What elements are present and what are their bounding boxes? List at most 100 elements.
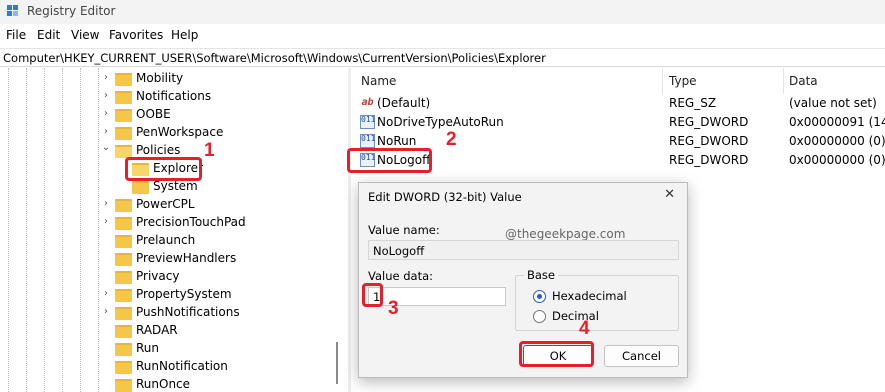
tree-item-label: RADAR (136, 323, 178, 337)
value-type: REG_DWORD (669, 153, 749, 167)
chevron-right-icon[interactable]: › (101, 126, 111, 137)
folder-icon (115, 325, 132, 338)
chevron-right-icon[interactable]: › (101, 72, 111, 83)
tree-item-notifications[interactable]: › Notifications (0, 88, 340, 106)
folder-icon (115, 109, 132, 122)
value-name-field[interactable]: NoLogoff (368, 240, 679, 260)
cancel-button[interactable]: Cancel (604, 345, 679, 367)
decimal-radio[interactable] (533, 310, 546, 323)
column-divider[interactable] (662, 68, 663, 94)
value-name: NoRun (377, 134, 417, 148)
folder-icon (115, 343, 132, 356)
tree-item-label: Run (136, 341, 160, 355)
tree-item-label: Privacy (136, 269, 180, 283)
tree-item-powercpl[interactable]: › PowerCPL (0, 196, 340, 214)
column-header-type[interactable]: Type (669, 74, 697, 88)
column-header-name[interactable]: Name (361, 74, 396, 88)
dword-value-icon: 011 (360, 115, 375, 129)
value-row-norun[interactable]: 011 NoRun REG_DWORD 0x00000000 (0) (351, 132, 885, 151)
menu-file[interactable]: File (6, 28, 26, 42)
folder-icon (115, 73, 132, 86)
value-data-label: Value data: (368, 269, 434, 283)
folder-icon (115, 289, 132, 302)
decimal-label[interactable]: Decimal (552, 309, 599, 323)
value-name-label: Value name: (368, 223, 440, 237)
tree-item-precisiontouchpad[interactable]: › PrecisionTouchPad (0, 214, 340, 232)
tree-item-label: RunNotification (136, 359, 228, 373)
tree-item-label: PenWorkspace (136, 125, 224, 139)
value-data: 0x00000091 (145) (789, 115, 885, 129)
tree-item-runnotification[interactable]: RunNotification (0, 358, 340, 376)
tree-item-runonce[interactable]: RunOnce (0, 376, 340, 392)
folder-icon (115, 217, 132, 230)
tree-item-label: OOBE (136, 107, 171, 121)
address-path[interactable]: Computer\HKEY_CURRENT_USER\Software\Micr… (3, 51, 546, 65)
folder-icon (115, 199, 132, 212)
menu-help[interactable]: Help (171, 28, 198, 42)
tree-item-label: PowerCPL (136, 197, 195, 211)
window-title: Registry Editor (27, 4, 116, 18)
step-highlight (519, 341, 594, 367)
title-bar: Registry Editor (0, 0, 885, 24)
chevron-right-icon[interactable]: › (101, 288, 111, 299)
folder-icon (115, 253, 132, 266)
dialog-title: Edit DWORD (32-bit) Value (368, 190, 522, 204)
value-name: (Default) (377, 96, 431, 110)
chevron-down-icon[interactable]: ⌄ (101, 142, 111, 153)
tree-item-mobility[interactable]: › Mobility (0, 70, 340, 88)
chevron-right-icon[interactable]: › (101, 108, 111, 119)
chevron-right-icon[interactable]: › (101, 90, 111, 101)
registry-editor-icon (7, 5, 19, 18)
tree-item-previewhandlers[interactable]: PreviewHandlers (0, 250, 340, 268)
step-badge: 2 (446, 129, 457, 150)
tree-item-label: PropertySystem (136, 287, 232, 301)
menu-edit[interactable]: Edit (37, 28, 60, 42)
tree-item-label: PrecisionTouchPad (136, 215, 246, 229)
hexadecimal-label[interactable]: Hexadecimal (552, 289, 627, 303)
tree-item-label: Policies (136, 143, 181, 157)
value-data: (value not set) (789, 96, 877, 110)
tree-item-penworkspace[interactable]: › PenWorkspace (0, 124, 340, 142)
column-header-data[interactable]: Data (789, 74, 818, 88)
menu-bar: File Edit View Favorites Help (0, 24, 885, 46)
step-badge: 3 (388, 298, 399, 319)
chevron-right-icon[interactable]: › (101, 216, 111, 227)
folder-icon (115, 271, 132, 284)
tree-item-propertysystem[interactable]: › PropertySystem (0, 286, 340, 304)
dword-value-icon: 011 (360, 134, 375, 148)
tree-item-label: PushNotifications (136, 305, 240, 319)
tree-item-label: Notifications (136, 89, 212, 103)
tree-item-label: PreviewHandlers (136, 251, 237, 265)
chevron-right-icon[interactable]: › (101, 306, 111, 317)
tree-item-prelaunch[interactable]: Prelaunch (0, 232, 340, 250)
folder-icon (115, 235, 132, 248)
folder-icon (132, 181, 149, 194)
tree-item-run[interactable]: Run (0, 340, 340, 358)
value-row-nodrivetypeautorun[interactable]: 011 NoDriveTypeAutoRun REG_DWORD 0x00000… (351, 113, 885, 132)
tree-scrollbar[interactable] (336, 342, 338, 384)
chevron-right-icon[interactable]: › (101, 198, 111, 209)
step-highlight (362, 283, 383, 307)
base-group: Base Hexadecimal Decimal (515, 268, 679, 331)
close-icon[interactable]: ✕ (664, 187, 675, 202)
step-highlight (125, 157, 202, 181)
value-data: 0x00000000 (0) (789, 134, 885, 148)
tree-item-radar[interactable]: RADAR (0, 322, 340, 340)
hexadecimal-radio[interactable] (533, 290, 546, 303)
folder-icon (115, 307, 132, 320)
value-row-default[interactable]: ab (Default) REG_SZ (value not set) (351, 94, 885, 113)
tree-item-label: RunOnce (136, 377, 191, 391)
tree-item-oobe[interactable]: › OOBE (0, 106, 340, 124)
menu-favorites[interactable]: Favorites (109, 28, 163, 42)
registry-tree: › Mobility › Notifications › OOBE › PenW… (0, 68, 348, 392)
menu-view[interactable]: View (71, 28, 99, 42)
value-data: 0x00000000 (0) (789, 153, 885, 167)
address-bar[interactable]: Computer\HKEY_CURRENT_USER\Software\Micr… (0, 48, 885, 67)
tree-item-pushnotifications[interactable]: › PushNotifications (0, 304, 340, 322)
column-divider[interactable] (783, 68, 784, 94)
base-label: Base (524, 268, 559, 282)
value-type: REG_DWORD (669, 115, 749, 129)
tree-item-privacy[interactable]: Privacy (0, 268, 340, 286)
string-value-icon: ab (361, 97, 374, 108)
tree-item-label: System (153, 179, 198, 193)
